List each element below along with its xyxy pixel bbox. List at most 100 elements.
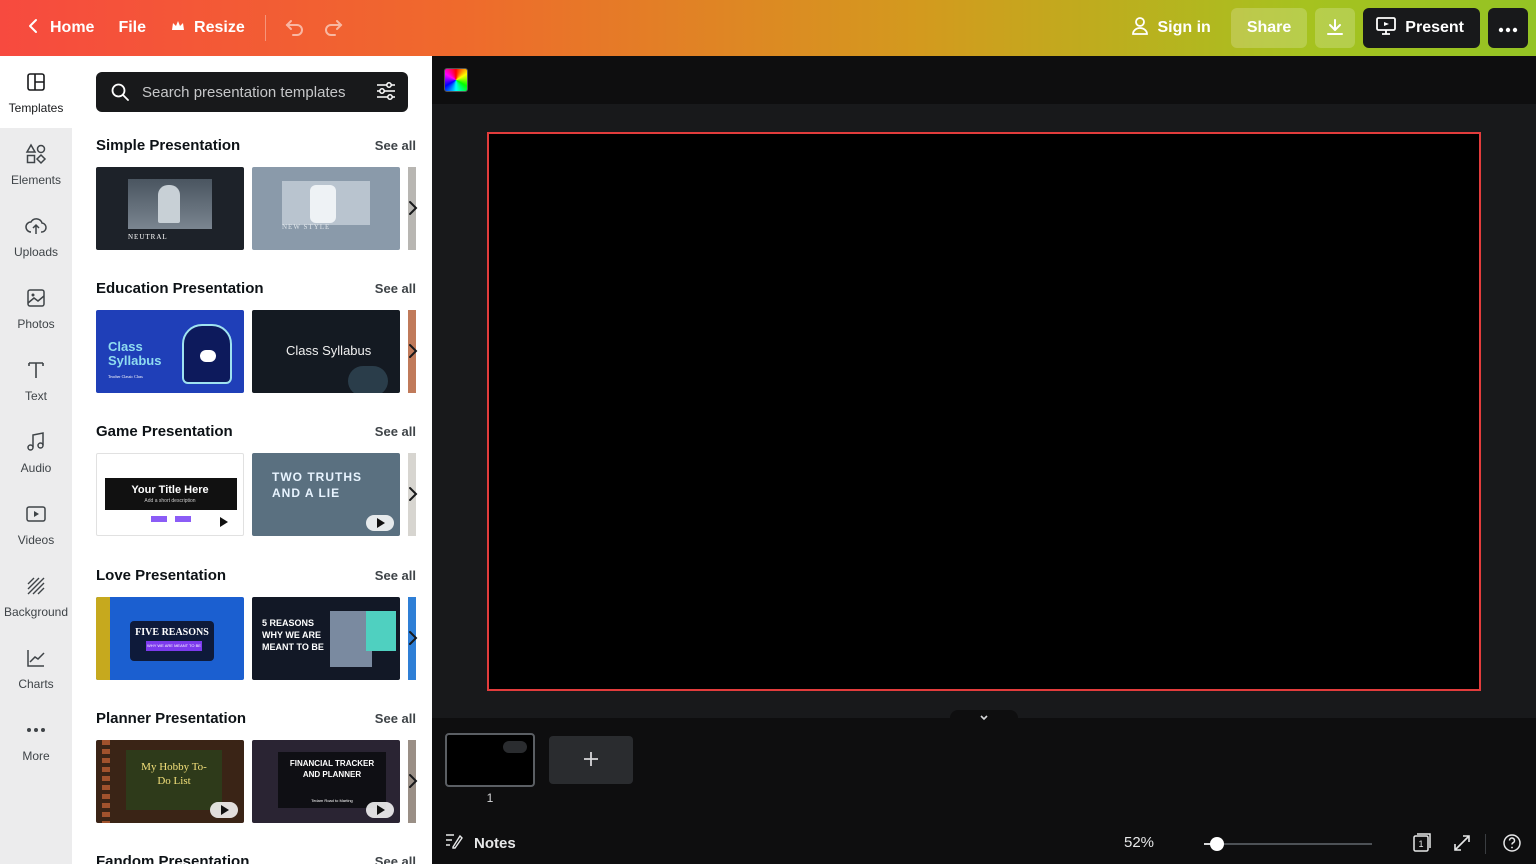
zoom-level[interactable]: 52% [1124, 834, 1154, 851]
section-love-presentation: Love Presentation See all FIVE REASONS W… [96, 562, 418, 681]
template-title: My Hobby To-Do List [141, 761, 207, 787]
redo-button[interactable] [314, 8, 354, 48]
scroll-right-button[interactable] [402, 340, 424, 364]
nav-text-label: Text [24, 388, 47, 403]
scroll-right-button[interactable] [402, 627, 424, 651]
nav-text[interactable]: Text [0, 344, 72, 416]
nav-background[interactable]: Background [0, 560, 72, 632]
nav-audio-label: Audio [20, 460, 52, 475]
bottom-bar: Notes 52% 1 [432, 824, 1536, 864]
nav-photos-label: Photos [17, 316, 55, 331]
play-icon [366, 515, 394, 531]
section-header: Planner Presentation See all [96, 705, 416, 731]
home-button[interactable]: Home [14, 8, 106, 48]
chevron-down-icon [979, 710, 989, 725]
template-thumb[interactable]: My Hobby To-Do List [96, 740, 244, 823]
see-all-button[interactable]: See all [375, 854, 416, 864]
nav-videos[interactable]: Videos [0, 488, 72, 560]
scroll-right-button[interactable] [402, 197, 424, 221]
template-row: My Hobby To-Do List FINANCIAL TRACKER AN… [96, 740, 416, 824]
fullscreen-button[interactable] [1450, 832, 1474, 856]
section-simple-presentation: Simple Presentation See all NEUTRAL NEW … [96, 132, 418, 251]
template-thumb[interactable]: NEW STYLE [252, 167, 400, 250]
notes-label: Notes [474, 834, 516, 852]
section-header: Fandom Presentation See all [96, 848, 416, 864]
page-count-button[interactable]: 1 [1410, 832, 1434, 856]
sign-in-button[interactable]: Sign in [1118, 8, 1223, 48]
help-button[interactable] [1500, 832, 1524, 856]
music-note-icon [24, 430, 48, 457]
template-thumb[interactable]: 5 REASONS WHY WE ARE MEANT TO BE [252, 597, 400, 680]
template-thumb[interactable]: FIVE REASONS WHY WE ARE MEANT TO BE [96, 597, 244, 680]
scroll-right-button[interactable] [402, 770, 424, 794]
toggle-page-strip-button[interactable] [950, 710, 1018, 724]
template-thumb[interactable]: NEUTRAL [96, 167, 244, 250]
section-title: Game Presentation [96, 422, 233, 440]
download-icon [1325, 17, 1345, 40]
filter-button[interactable] [368, 74, 404, 110]
see-all-button[interactable]: See all [375, 711, 416, 726]
scroll-right-button[interactable] [402, 483, 424, 507]
chevron-right-icon [408, 200, 418, 219]
nav-charts[interactable]: Charts [0, 632, 72, 704]
color-picker-swatch[interactable] [444, 68, 468, 92]
present-button[interactable]: Present [1363, 8, 1480, 48]
section-header: Education Presentation See all [96, 275, 416, 301]
design-page[interactable] [487, 132, 1481, 691]
add-page-button[interactable] [549, 736, 633, 784]
template-title: NEUTRAL [128, 233, 168, 241]
template-title: Your Title Here [131, 484, 209, 496]
see-all-button[interactable]: See all [375, 568, 416, 583]
elements-icon [24, 142, 48, 169]
play-icon [210, 802, 238, 818]
undo-button[interactable] [274, 8, 314, 48]
template-title: Class Syllabus [286, 343, 372, 358]
search-input[interactable] [142, 83, 368, 101]
present-icon [1375, 16, 1397, 41]
template-thumb[interactable]: Class Syllabus [252, 310, 400, 393]
crown-icon [170, 18, 186, 39]
see-all-button[interactable]: See all [375, 138, 416, 153]
template-title: NEW STYLE [282, 223, 331, 231]
notes-button[interactable]: Notes [444, 832, 516, 854]
nav-elements[interactable]: Elements [0, 128, 72, 200]
canvas-area [432, 104, 1536, 718]
template-thumb[interactable]: FINANCIAL TRACKER AND PLANNER Tedam Road… [252, 740, 400, 823]
see-all-button[interactable]: See all [375, 281, 416, 296]
notes-pencil-icon [444, 832, 464, 854]
see-all-button[interactable]: See all [375, 424, 416, 439]
nav-photos[interactable]: Photos [0, 272, 72, 344]
resize-button[interactable]: Resize [158, 8, 257, 48]
page-options-icon[interactable] [503, 741, 527, 753]
top-bar-right: Sign in Share Present [1118, 8, 1528, 48]
background-pattern-icon [24, 574, 48, 601]
nav-templates[interactable]: Templates [0, 56, 72, 128]
section-title: Education Presentation [96, 279, 264, 297]
chevron-right-icon [408, 773, 418, 792]
text-icon [24, 358, 48, 385]
nav-audio[interactable]: Audio [0, 416, 72, 488]
more-options-button[interactable] [1488, 8, 1528, 48]
nav-more[interactable]: More [0, 704, 72, 776]
download-button[interactable] [1315, 8, 1356, 48]
nav-uploads[interactable]: Uploads [0, 200, 72, 272]
page-thumbnail[interactable] [445, 733, 535, 787]
template-subtitle: Teacher Classic Class [108, 374, 143, 379]
toolbar-divider [264, 15, 266, 41]
share-button[interactable]: Share [1230, 8, 1308, 48]
page-strip: 1 [432, 710, 1536, 824]
zoom-slider-knob[interactable] [1210, 837, 1225, 851]
zoom-slider[interactable] [1204, 837, 1372, 851]
template-row: FIVE REASONS WHY WE ARE MEANT TO BE 5 RE… [96, 597, 416, 681]
file-menu-button[interactable]: File [106, 8, 158, 48]
template-thumb[interactable]: Class Syllabus Teacher Classic Class [96, 310, 244, 393]
template-thumb[interactable]: TWO TRUTHS AND A LIE [252, 453, 400, 536]
context-toolbar [432, 56, 1536, 104]
section-planner-presentation: Planner Presentation See all My Hobby To… [96, 705, 418, 824]
template-thumb[interactable]: Your Title Here Add a short description [96, 453, 244, 536]
templates-panel: Simple Presentation See all NEUTRAL NEW … [72, 56, 432, 864]
template-row: Class Syllabus Teacher Classic Class Cla… [96, 310, 416, 394]
template-title: 5 REASONS WHY WE ARE MEANT TO BE [262, 618, 324, 652]
help-question-icon [1502, 833, 1522, 856]
nav-more-label: More [22, 748, 50, 763]
